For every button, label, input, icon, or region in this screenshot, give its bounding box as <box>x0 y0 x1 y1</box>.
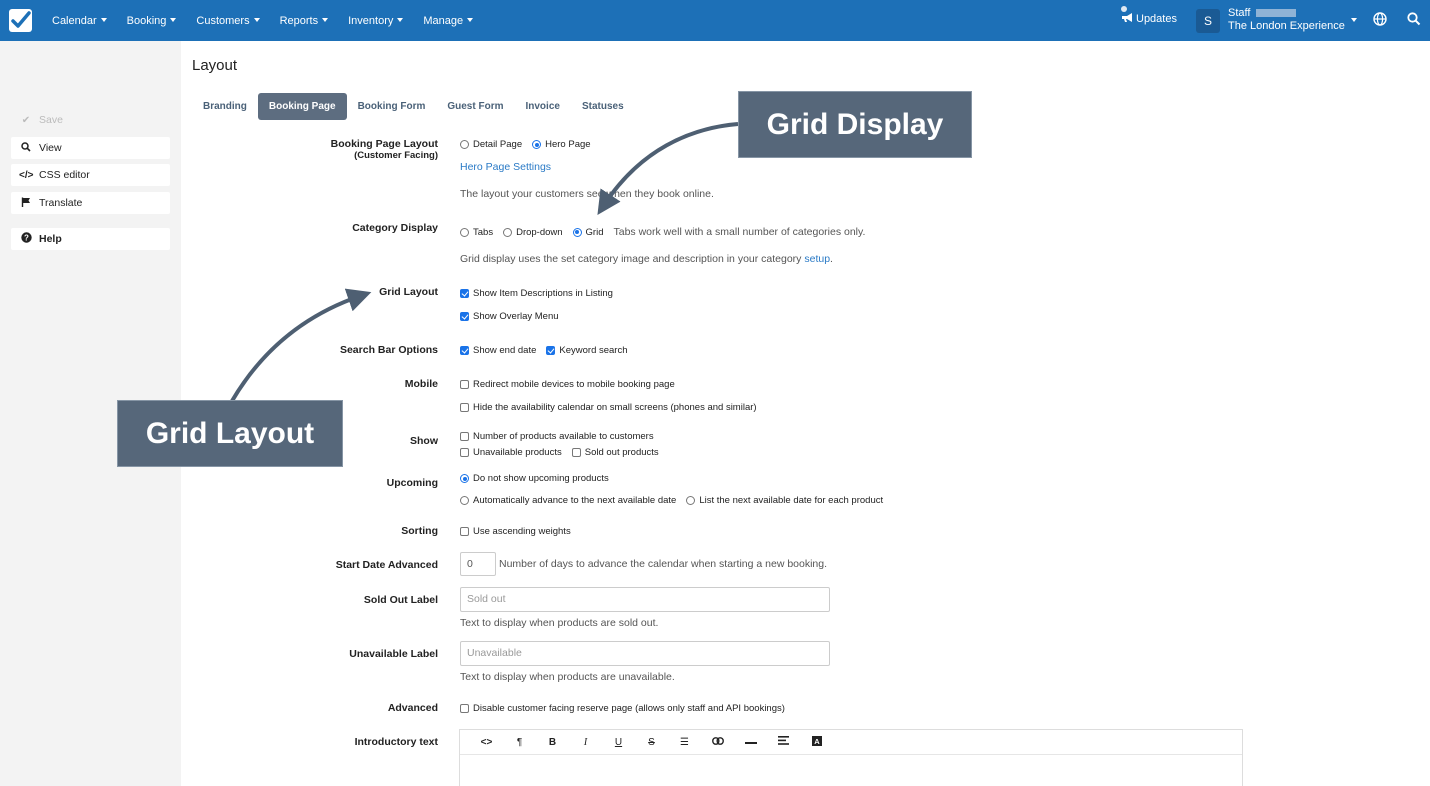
annotation-arrows <box>230 122 739 403</box>
grid-display-callout: Grid Display <box>738 91 972 158</box>
grid-layout-callout: Grid Layout <box>117 400 343 467</box>
grid-display-arrow <box>597 122 739 216</box>
grid-layout-arrow <box>230 288 372 403</box>
